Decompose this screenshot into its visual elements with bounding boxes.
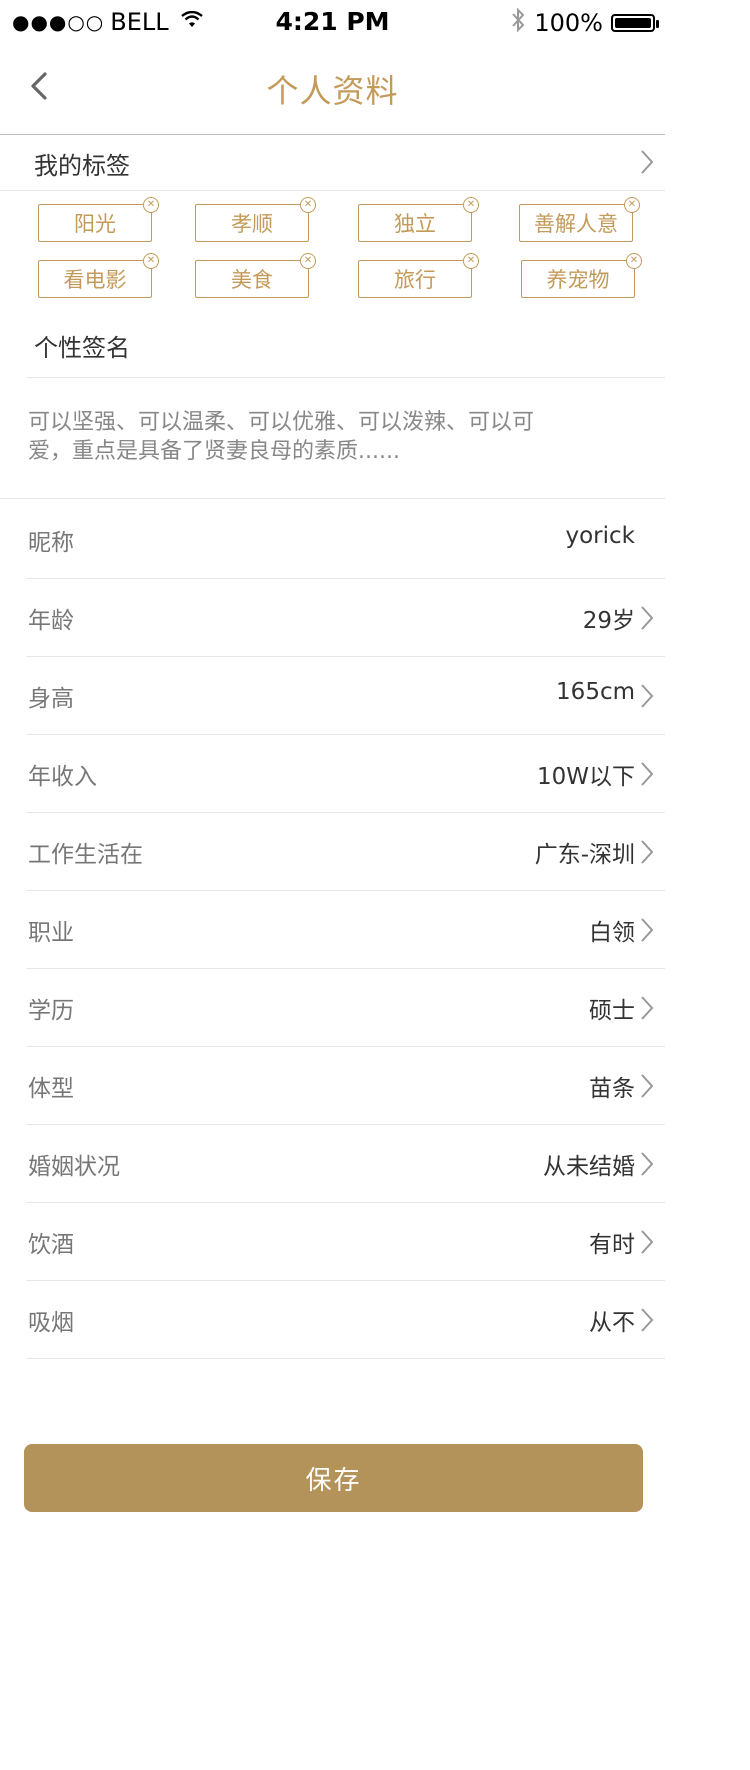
info-label: 体型 [28, 1076, 74, 1102]
info-row-body-type[interactable]: 体型 苗条 [0, 1047, 665, 1125]
info-label: 婚姻状况 [28, 1154, 120, 1180]
info-value: 10W以下 [536, 764, 635, 790]
tag-label: 看电影 [63, 268, 127, 292]
info-value: 29岁 [582, 608, 635, 634]
remove-tag-icon[interactable]: ✕ [300, 253, 316, 269]
battery-icon [611, 14, 659, 32]
info-label: 昵称 [28, 530, 74, 556]
info-value: 白领 [589, 920, 635, 946]
info-value: 广东-深圳 [534, 842, 635, 868]
divider [0, 498, 665, 499]
info-value: 苗条 [589, 1076, 635, 1102]
info-row-nickname[interactable]: 昵称 yorick [0, 501, 665, 579]
page-title: 个人资料 [266, 72, 399, 110]
tag-chip[interactable]: 旅行 ✕ [358, 253, 479, 298]
my-tags-label: 我的标签 [34, 152, 130, 180]
status-bar: ●●●○○ BELL 4:21 PM 100% [0, 0, 665, 44]
chevron-right-icon [641, 1230, 654, 1254]
tag-chip[interactable]: 看电影 ✕ [38, 253, 159, 298]
battery-nub [656, 20, 659, 28]
tag-label: 独立 [394, 212, 436, 236]
chevron-right-icon [641, 1074, 654, 1098]
divider [26, 1358, 665, 1359]
chevron-right-icon [641, 1152, 654, 1176]
tag-chip[interactable]: 独立 ✕ [358, 197, 479, 242]
divider [26, 377, 665, 378]
my-tags-row[interactable]: 我的标签 [0, 134, 665, 191]
chevron-right-icon [641, 840, 654, 864]
info-row-height[interactable]: 身高 165cm [0, 657, 665, 735]
info-row-drinking[interactable]: 饮酒 有时 [0, 1203, 665, 1281]
remove-tag-icon[interactable]: ✕ [626, 253, 642, 269]
tag-chip[interactable]: 孝顺 ✕ [195, 197, 316, 242]
info-label: 吸烟 [28, 1310, 74, 1336]
info-row-age[interactable]: 年龄 29岁 [0, 579, 665, 657]
info-row-income[interactable]: 年收入 10W以下 [0, 735, 665, 813]
remove-tag-icon[interactable]: ✕ [624, 197, 640, 213]
tag-label: 善解人意 [534, 212, 618, 236]
info-row-education[interactable]: 学历 硕士 [0, 969, 665, 1047]
signature-title: 个性签名 [34, 334, 130, 362]
tag-chip[interactable]: 养宠物 ✕ [521, 253, 642, 298]
chevron-right-icon [641, 1308, 654, 1332]
tag-label: 养宠物 [546, 268, 610, 292]
info-row-location[interactable]: 工作生活在 广东-深圳 [0, 813, 665, 891]
info-label: 饮酒 [28, 1232, 74, 1258]
remove-tag-icon[interactable]: ✕ [463, 197, 479, 213]
status-right: 100% [510, 7, 659, 39]
info-value: 165cm [556, 679, 635, 705]
remove-tag-icon[interactable]: ✕ [300, 197, 316, 213]
remove-tag-icon[interactable]: ✕ [463, 253, 479, 269]
info-label: 学历 [28, 998, 74, 1024]
info-label: 身高 [28, 686, 74, 712]
info-row-occupation[interactable]: 职业 白领 [0, 891, 665, 969]
tag-label: 旅行 [394, 268, 436, 292]
tag-label: 阳光 [74, 212, 116, 236]
chevron-right-icon [641, 996, 654, 1020]
signature-line: 爱，重点是具备了贤妻良母的素质...... [28, 439, 400, 464]
info-label: 年收入 [28, 764, 97, 790]
tag-label: 美食 [231, 268, 273, 292]
nav-bar: 个人资料 [0, 46, 665, 135]
info-label: 年龄 [28, 608, 74, 634]
save-button[interactable]: 保存 [24, 1444, 643, 1512]
info-value: 从不 [589, 1310, 635, 1336]
info-value: 有时 [589, 1232, 635, 1258]
info-row-smoking[interactable]: 吸烟 从不 [0, 1281, 665, 1359]
info-row-marital-status[interactable]: 婚姻状况 从未结婚 [0, 1125, 665, 1203]
chevron-right-icon [641, 918, 654, 942]
info-value: yorick [565, 523, 636, 549]
profile-screen: ●●●○○ BELL 4:21 PM 100% 个人资料 我的标签 阳光 ✕ 孝… [0, 0, 665, 1770]
tag-chip[interactable]: 善解人意 ✕ [519, 197, 640, 242]
info-label: 工作生活在 [28, 842, 143, 868]
remove-tag-icon[interactable]: ✕ [143, 197, 159, 213]
tag-chip[interactable]: 美食 ✕ [195, 253, 316, 298]
chevron-right-icon [641, 606, 654, 630]
bluetooth-icon [510, 7, 526, 39]
chevron-right-icon [641, 150, 654, 174]
tag-label: 孝顺 [231, 212, 273, 236]
info-value: 硕士 [589, 998, 635, 1024]
chevron-right-icon [641, 684, 654, 708]
signature-line: 可以坚强、可以温柔、可以优雅、可以泼辣、可以可 [28, 410, 535, 435]
tag-chip[interactable]: 阳光 ✕ [38, 197, 159, 242]
chevron-right-icon [641, 762, 654, 786]
battery-percentage: 100% [534, 9, 603, 37]
signature-text[interactable]: 可以坚强、可以温柔、可以优雅、可以泼辣、可以可 爱，重点是具备了贤妻良母的素质.… [28, 408, 628, 466]
info-value: 从未结婚 [543, 1154, 635, 1180]
info-label: 职业 [28, 920, 74, 946]
battery-fill [615, 18, 651, 28]
remove-tag-icon[interactable]: ✕ [143, 253, 159, 269]
